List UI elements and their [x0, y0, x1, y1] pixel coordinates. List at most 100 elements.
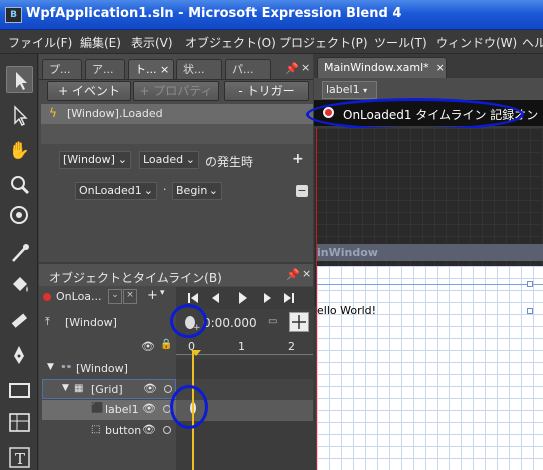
direct-select-icon[interactable]	[6, 102, 33, 129]
artboard[interactable]: ello World!	[317, 266, 543, 470]
pin-icon[interactable]: 📌	[286, 268, 300, 281]
breadcrumb[interactable]: label1 ▾	[322, 81, 377, 99]
tab-triggers[interactable]: ト... ×	[128, 59, 174, 79]
pan-icon[interactable]: ✋	[6, 138, 33, 165]
menu-window[interactable]: ウィンドウ(W)	[436, 34, 517, 51]
tree-label: button	[105, 424, 141, 437]
breadcrumb-label: label1	[326, 83, 360, 96]
lock-icon[interactable]: 🔒	[160, 339, 172, 350]
remove-action-button[interactable]: −	[296, 185, 308, 197]
rectangle-icon[interactable]	[6, 377, 33, 404]
eyedropper-icon[interactable]	[6, 240, 33, 267]
title-bar[interactable]: B WpfApplication1.sln - Microsoft Expres…	[0, 0, 543, 30]
zoom-fit-button[interactable]	[289, 312, 309, 332]
tree-row-grid[interactable]: ▼ ▦ [Grid] 👁	[42, 379, 176, 399]
text-icon[interactable]: T	[6, 444, 33, 470]
record-indicator	[43, 293, 51, 301]
grid-icon: ▦	[74, 383, 84, 394]
storyboard-name[interactable]: OnLoa...	[56, 290, 102, 303]
play-icon[interactable]	[238, 292, 248, 304]
panel-header: オブジェクトとタイムライン(B) 📌 ×	[39, 264, 313, 286]
trigger-list-item[interactable]: ϟ [Window].Loaded	[41, 104, 313, 124]
window-icon: 👓	[60, 362, 73, 373]
tab-parts[interactable]: パ...	[225, 59, 271, 79]
blend-app-icon[interactable]: B	[5, 7, 22, 23]
tree-row-window[interactable]: ▼ 👓 [Window]	[39, 359, 176, 379]
tree-label: [Window]	[76, 362, 128, 375]
eye-icon[interactable]: 👁	[142, 402, 156, 415]
last-frame-icon[interactable]	[284, 293, 294, 303]
selection-icon[interactable]	[6, 66, 33, 93]
tab-states[interactable]: 状...	[176, 59, 222, 79]
condition-event-dropdown[interactable]: Loaded ⌄	[139, 151, 199, 169]
ruler-tick-label: 1	[238, 340, 245, 353]
button-control-icon: ⬚	[91, 424, 101, 435]
add-property-button[interactable]: + プロパティ	[133, 81, 219, 101]
pen-icon[interactable]	[6, 342, 33, 369]
remove-trigger-button[interactable]: - トリガー	[224, 81, 309, 101]
next-frame-icon[interactable]	[262, 293, 272, 303]
menu-file[interactable]: ファイル(F)	[8, 34, 72, 51]
action-separator: ·	[163, 183, 167, 196]
menu-view[interactable]: 表示(V)	[131, 34, 173, 51]
lock-toggle-icon[interactable]	[163, 426, 171, 434]
eye-icon[interactable]: 👁	[143, 382, 157, 395]
tab-projects[interactable]: プ...	[42, 59, 82, 79]
menu-object[interactable]: オブジェクト(O)	[185, 34, 276, 51]
tree-row-button[interactable]: ⬚ button 👁	[42, 421, 176, 441]
add-event-button[interactable]: + イベント	[47, 81, 131, 101]
lock-toggle-icon[interactable]	[164, 385, 172, 393]
ruler-snap-icon[interactable]: ▭	[268, 316, 277, 327]
condition-event-value: Loaded	[143, 153, 184, 166]
tab-assets[interactable]: ア...	[85, 59, 125, 79]
first-frame-icon[interactable]	[188, 293, 198, 303]
blend-window: B WpfApplication1.sln - Microsoft Expres…	[0, 0, 543, 470]
object-tree: ▼ 👓 [Window] ▼ ▦ [Grid] 👁 ⬛ label1 👁 ⬚ b…	[39, 359, 176, 470]
zoom-icon[interactable]	[6, 171, 33, 198]
label1-content[interactable]: ello World!	[317, 304, 376, 317]
close-icon[interactable]: ×	[436, 61, 445, 74]
panel-title: オブジェクトとタイムライン(B)	[49, 271, 222, 285]
tree-row-label1[interactable]: ⬛ label1 👁	[42, 400, 176, 420]
paint-bucket-icon[interactable]	[6, 271, 33, 298]
panel-close-icon[interactable]: ×	[302, 267, 311, 280]
triggers-panel: プ... ア... ト... × 状... パ... 📌 × + イベント + …	[39, 54, 313, 262]
condition-source-dropdown[interactable]: [Window] ⌄	[59, 151, 131, 169]
chevron-down-icon[interactable]: ▾	[160, 288, 165, 298]
storyboard-dropdown[interactable]: ⌄	[108, 289, 122, 304]
menu-edit[interactable]: 編集(E)	[80, 34, 121, 51]
resize-handle[interactable]	[527, 281, 533, 287]
action-target-dropdown[interactable]: OnLoaded1 ⌄	[75, 182, 157, 200]
expand-icon[interactable]: ▼	[47, 362, 54, 372]
menu-help[interactable]: ヘル	[522, 34, 543, 51]
new-storyboard-button[interactable]: +	[147, 288, 158, 303]
tree-label: [Grid]	[91, 383, 123, 396]
action-verb-dropdown[interactable]: Begin ⌄	[172, 182, 222, 200]
expand-icon[interactable]: ▼	[62, 383, 69, 393]
close-storyboard-button[interactable]: ×	[123, 289, 137, 304]
camera-orbit-icon[interactable]	[6, 202, 33, 229]
add-condition-button[interactable]: +	[292, 151, 304, 167]
time-display[interactable]: 0:00.000	[203, 316, 257, 330]
scope-up-icon[interactable]: ⤒	[45, 315, 50, 329]
eye-icon[interactable]: 👁	[141, 340, 155, 353]
menu-project[interactable]: プロジェクト(P)	[279, 34, 368, 51]
chevron-down-icon: ▾	[363, 86, 368, 95]
resize-handle[interactable]	[527, 308, 533, 314]
menu-tools[interactable]: ツール(T)	[374, 34, 427, 51]
previous-frame-icon[interactable]	[211, 293, 221, 303]
lightning-icon: ϟ	[49, 106, 57, 120]
close-icon[interactable]: ×	[160, 63, 169, 76]
eye-icon[interactable]: 👁	[142, 423, 156, 436]
condition-suffix: の発生時	[205, 155, 254, 169]
window-chrome: inWindow	[317, 244, 543, 261]
window-caption: inWindow	[317, 246, 378, 259]
document-tab[interactable]: MainWindow.xaml* ×	[317, 57, 447, 78]
menu-bar: ファイル(F) 編集(E) 表示(V) オブジェクト(O) プロジェクト(P) …	[0, 30, 543, 54]
brush-transform-icon[interactable]	[6, 307, 33, 334]
grid-layout-icon[interactable]	[6, 409, 33, 436]
pin-icon[interactable]: 📌	[285, 62, 299, 75]
panel-close-icon[interactable]: ×	[301, 61, 310, 74]
action-target-value: OnLoaded1	[79, 184, 142, 197]
divider	[39, 79, 313, 80]
